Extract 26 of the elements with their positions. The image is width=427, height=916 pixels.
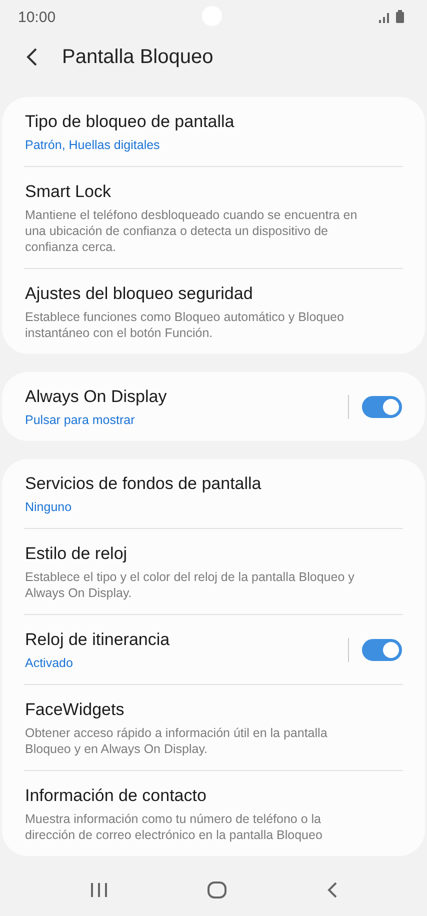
setting-title[interactable]: Estilo de reloj: [25, 542, 402, 566]
setting-summary: Pulsar para mostrar: [25, 412, 136, 428]
page-title: Pantalla Bloqueo: [62, 46, 214, 68]
setting-title[interactable]: FaceWidgets: [25, 698, 402, 722]
setting-title[interactable]: Ajustes del bloqueo seguridad: [25, 282, 402, 306]
setting-summary: Establece el tipo y el color del reloj de la pantalla Bloqueo y Always On Display.: [25, 569, 356, 601]
back-nav-button[interactable]: [326, 881, 338, 899]
setting-summary: Ninguno: [25, 499, 73, 515]
setting-title[interactable]: Smart Lock: [25, 180, 402, 204]
setting-summary: Obtener acceso rápido a información útil en la pantalla Bloqueo y en Always On Display.: [25, 725, 328, 757]
toggle-switch[interactable]: [362, 396, 402, 418]
setting-summary: Muestra información como tu número de teléfono o la dirección de correo electrónico en la pantalla Bloqueo: [25, 811, 324, 843]
home-button[interactable]: [206, 881, 226, 899]
toggle-switch[interactable]: [362, 638, 402, 660]
setting-summary: Establece funciones como Bloqueo automático y Bloqueo instantáneo con el botón Función.: [25, 309, 345, 341]
signal-battery-icon: [379, 10, 407, 24]
setting-title[interactable]: Información de contacto: [25, 784, 402, 808]
setting-title[interactable]: Tipo de bloqueo de pantalla: [25, 110, 402, 134]
setting-summary: Mantiene el teléfono desbloqueado cuando se encuentra en una ubicación de confianza o detecta un dispositivo de confianza cerca.: [25, 207, 358, 255]
setting-title[interactable]: Servicios de fondos de pantalla: [25, 472, 402, 496]
setting-title[interactable]: Reloj de itinerancia: [25, 628, 338, 652]
status-time: 10:00: [18, 8, 56, 26]
setting-summary: Activado: [25, 655, 74, 671]
setting-title[interactable]: Always On Display: [25, 385, 338, 409]
setting-summary: Patrón, Huellas digitales: [25, 137, 161, 153]
recent-apps-button[interactable]: [90, 882, 108, 898]
